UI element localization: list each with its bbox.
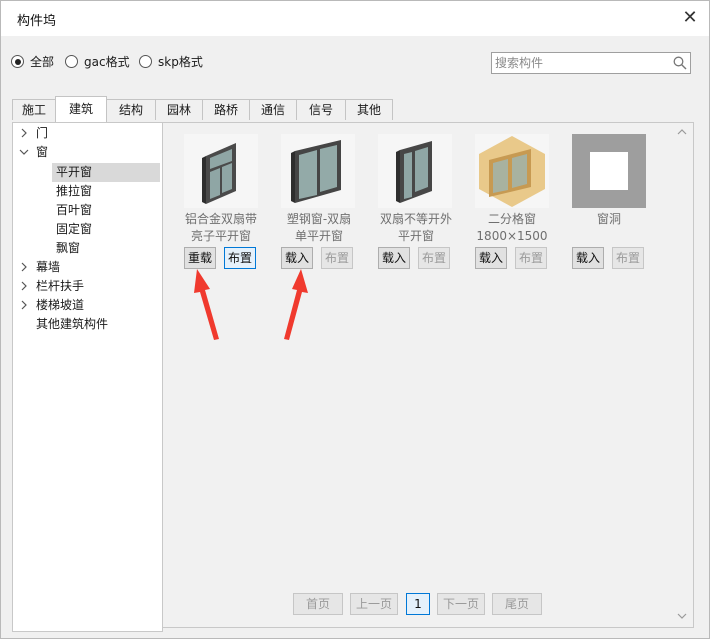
tree-item-casement-window[interactable]: 平开窗 — [52, 163, 160, 182]
component-name-line1: 双扇不等开外 — [379, 212, 452, 226]
component-thumbnail[interactable] — [281, 134, 355, 208]
component-card[interactable]: 塑钢窗-双扇 单平开窗 载入 布置 — [271, 134, 367, 269]
tab-signal[interactable]: 信号 — [296, 99, 346, 120]
vertical-scrollbar[interactable] — [674, 123, 690, 625]
place-button[interactable]: 布置 — [224, 247, 256, 269]
tab-communication[interactable]: 通信 — [249, 99, 297, 120]
title-bar: 构件坞 ✕ — [1, 1, 709, 36]
upvc-double-window-icon — [291, 140, 341, 203]
tree-item-bay-window[interactable]: 飘窗 — [52, 239, 160, 258]
next-page-button: 下一页 — [437, 593, 485, 615]
tree-item-window[interactable]: 窗 — [13, 143, 160, 162]
scroll-up-icon[interactable] — [677, 127, 687, 137]
chevron-right-icon[interactable] — [19, 300, 29, 310]
chevron-right-icon[interactable] — [19, 128, 29, 138]
last-page-button: 尾页 — [492, 593, 542, 615]
annotation-arrow-icon — [284, 269, 308, 340]
place-button: 布置 — [515, 247, 547, 269]
component-thumbnail[interactable] — [378, 134, 452, 208]
two-pane-wood-window-icon — [479, 136, 545, 207]
component-dock-window: 构件坞 ✕ 全部 gac格式 skp格式 施工 建筑 结构 园林 路桥 通信 信… — [0, 0, 710, 639]
category-tree: 门 窗 平开窗 推拉窗 百叶窗 固定窗 飘窗 幕墙 栏杆扶手 楼梯坡道 其他建筑… — [12, 122, 163, 632]
place-button: 布置 — [418, 247, 450, 269]
chevron-down-icon[interactable] — [19, 147, 29, 157]
load-button[interactable]: 载入 — [281, 247, 313, 269]
tree-item-fixed-window[interactable]: 固定窗 — [52, 220, 160, 239]
search-box — [491, 52, 691, 74]
component-name-line1: 塑钢窗-双扇 — [286, 212, 352, 226]
tab-other[interactable]: 其他 — [345, 99, 393, 120]
scroll-down-icon[interactable] — [677, 611, 687, 621]
component-name-line2: 单平开窗 — [294, 229, 343, 243]
component-thumbnail[interactable] — [475, 134, 549, 208]
window-title: 构件坞 — [17, 14, 57, 29]
chevron-right-icon[interactable] — [19, 262, 29, 272]
tree-item-sliding-window[interactable]: 推拉窗 — [52, 182, 160, 201]
load-button[interactable]: 载入 — [572, 247, 604, 269]
tab-road-bridge[interactable]: 路桥 — [202, 99, 250, 120]
tab-structure[interactable]: 结构 — [106, 99, 156, 120]
tree-item-curtain-wall[interactable]: 幕墙 — [13, 258, 160, 277]
component-name-line1: 铝合金双扇带 — [184, 212, 257, 226]
component-name-line2: 平开窗 — [397, 229, 434, 243]
reload-button[interactable]: 重载 — [184, 247, 216, 269]
component-thumbnail[interactable] — [184, 134, 258, 208]
load-button[interactable]: 载入 — [378, 247, 410, 269]
aluminum-double-window-icon — [202, 143, 236, 204]
search-icon[interactable] — [673, 56, 687, 70]
place-button: 布置 — [321, 247, 353, 269]
tree-item-louver-window[interactable]: 百叶窗 — [52, 201, 160, 220]
first-page-button: 首页 — [293, 593, 343, 615]
tab-construction[interactable]: 施工 — [12, 99, 56, 120]
radio-selected-icon — [11, 55, 24, 68]
radio-icon — [65, 55, 78, 68]
component-name-line2: 亮子平开窗 — [190, 229, 251, 243]
component-card[interactable]: 铝合金双扇带 亮子平开窗 重载 布置 — [173, 134, 269, 269]
chevron-right-icon[interactable] — [19, 281, 29, 291]
component-card[interactable]: 双扇不等开外 平开窗 载入 布置 — [368, 134, 464, 269]
search-input[interactable] — [495, 54, 665, 71]
component-name-line1: 二分格窗 — [487, 212, 536, 226]
tab-architecture[interactable]: 建筑 — [55, 96, 107, 122]
tree-item-railing[interactable]: 栏杆扶手 — [13, 277, 160, 296]
window-opening-icon — [572, 134, 646, 208]
tab-landscape[interactable]: 园林 — [155, 99, 203, 120]
current-page-button[interactable]: 1 — [406, 593, 430, 615]
unequal-double-window-icon — [396, 141, 432, 203]
component-thumbnail[interactable] — [572, 134, 646, 208]
close-icon[interactable]: ✕ — [677, 5, 703, 31]
place-button: 布置 — [612, 247, 644, 269]
tree-item-stairs-ramp[interactable]: 楼梯坡道 — [13, 296, 160, 315]
component-name-line1: 窗洞 — [596, 212, 621, 226]
load-button[interactable]: 载入 — [475, 247, 507, 269]
tree-item-other-components[interactable]: 其他建筑构件 — [13, 315, 160, 334]
annotation-arrow-icon — [194, 269, 219, 340]
prev-page-button: 上一页 — [350, 593, 398, 615]
component-card[interactable]: 二分格窗 1800×1500 载入 布置 — [464, 134, 560, 269]
radio-icon — [139, 55, 152, 68]
component-card[interactable]: 窗洞 载入 布置 — [561, 134, 657, 269]
component-name-line2: 1800×1500 — [476, 229, 548, 243]
tree-item-door[interactable]: 门 — [13, 124, 160, 143]
